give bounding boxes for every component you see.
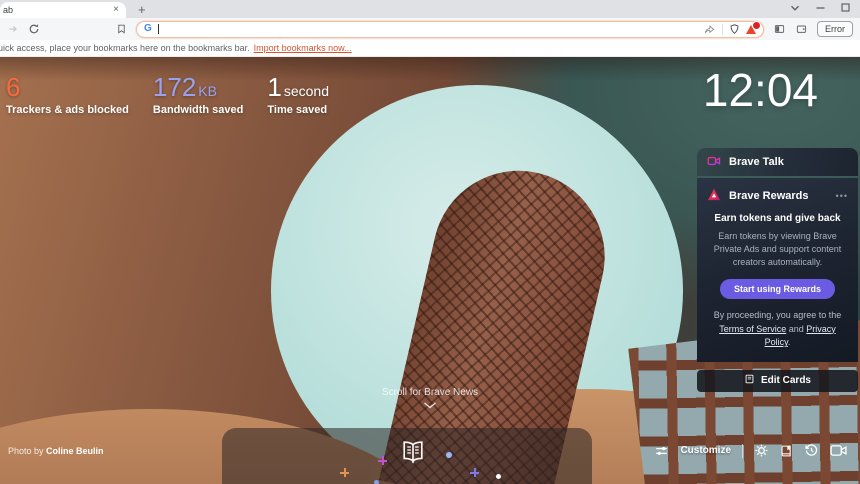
plus-decoration <box>470 468 479 477</box>
tab-strip: ab × + <box>0 0 860 18</box>
card-menu-icon[interactable]: ••• <box>836 191 848 201</box>
widget-cards: Brave Talk Brave Rewards ••• Earn tokens… <box>697 148 858 392</box>
maximize-icon[interactable] <box>841 3 850 12</box>
stat-trackers-blocked: 6 Trackers & ads blocked <box>6 73 129 116</box>
rewards-description: Earn tokens by viewing Brave Private Ads… <box>711 230 844 269</box>
tab-new-tab[interactable]: ab × <box>0 2 126 18</box>
credit-author: Coline Beulin <box>46 446 104 456</box>
wallet-icon[interactable] <box>795 23 808 35</box>
customize-divider <box>742 444 743 458</box>
brave-talk-card[interactable]: Brave Talk <box>697 148 858 176</box>
customize-bar: Customize <box>654 443 847 458</box>
chevron-down-icon <box>423 402 437 409</box>
dot-decoration <box>446 452 452 458</box>
scroll-news-label: Scroll for Brave News <box>382 387 478 398</box>
stat-value: 1 <box>267 72 281 102</box>
address-bar-divider <box>722 24 723 35</box>
brave-rewards-icon[interactable] <box>746 25 756 34</box>
stat-value: 6 <box>6 72 20 102</box>
clock: 12:04 <box>703 63 818 117</box>
shields-stats: 6 Trackers & ads blocked 172KB Bandwidth… <box>6 73 329 116</box>
dot-decoration <box>374 480 379 484</box>
stat-label: Trackers & ads blocked <box>6 104 129 116</box>
brave-shield-icon[interactable] <box>729 23 740 35</box>
card-title: Brave Talk <box>729 156 784 168</box>
book-icon[interactable] <box>780 444 793 458</box>
address-bar[interactable]: G <box>136 21 764 38</box>
import-bookmarks-link[interactable]: Import bookmarks now... <box>254 43 352 53</box>
plus-decoration <box>340 468 349 477</box>
stat-time-saved: 1second Time saved <box>267 73 329 116</box>
dot-decoration <box>496 474 501 479</box>
browser-window: ab × + G Error uick access, pla <box>0 0 860 484</box>
stat-label: Time saved <box>267 104 329 116</box>
reload-icon[interactable] <box>28 23 40 35</box>
edit-cards-label: Edit Cards <box>761 375 811 386</box>
chevron-down-icon[interactable] <box>790 4 800 12</box>
photo-credit[interactable]: Photo by Coline Beulin <box>8 446 104 456</box>
video-camera-icon[interactable] <box>830 444 847 457</box>
brave-news-peek-panel[interactable] <box>222 428 592 484</box>
notification-badge <box>752 21 761 30</box>
share-icon[interactable] <box>703 23 716 35</box>
google-favicon: G <box>144 24 152 34</box>
rewards-terms: By proceeding, you agree to the Terms of… <box>707 309 848 350</box>
customize-button[interactable]: Customize <box>680 445 731 456</box>
tab-title: ab <box>3 5 111 15</box>
stat-bandwidth-saved: 172KB Bandwidth saved <box>153 73 243 116</box>
bookmarks-bar-message: uick access, place your bookmarks here o… <box>0 43 250 53</box>
error-button[interactable]: Error <box>817 21 853 37</box>
history-icon[interactable] <box>804 443 819 458</box>
plus-decoration <box>378 456 387 465</box>
stat-value: 172 <box>153 72 196 102</box>
brave-rewards-logo-icon <box>707 188 721 204</box>
new-tab-button[interactable]: + <box>138 3 146 16</box>
open-book-icon <box>398 440 428 471</box>
window-controls <box>790 3 850 12</box>
sidebar-toggle-icon[interactable] <box>773 23 786 35</box>
scroll-for-news[interactable]: Scroll for Brave News <box>0 387 860 409</box>
new-tab-page: 6 Trackers & ads blocked 172KB Bandwidth… <box>0 57 860 484</box>
sliders-icon[interactable] <box>654 444 669 458</box>
bookmark-icon[interactable] <box>116 23 127 35</box>
bookmarks-bar: uick access, place your bookmarks here o… <box>0 40 860 57</box>
text-caret <box>158 24 159 34</box>
edit-cards-icon <box>744 373 755 388</box>
forward-icon[interactable] <box>7 23 19 35</box>
toolbar: G Error <box>0 18 860 40</box>
minimize-icon[interactable] <box>816 4 825 12</box>
card-title: Brave Rewards <box>729 190 809 202</box>
video-camera-icon <box>707 155 721 170</box>
rewards-heading: Earn tokens and give back <box>707 213 848 224</box>
credit-prefix: Photo by <box>8 446 46 456</box>
tab-close-icon[interactable]: × <box>111 5 121 15</box>
start-using-rewards-button[interactable]: Start using Rewards <box>720 279 835 299</box>
terms-of-service-link[interactable]: Terms of Service <box>719 324 786 334</box>
stat-label: Bandwidth saved <box>153 104 243 116</box>
brave-rewards-card: Brave Rewards ••• Earn tokens and give b… <box>697 178 858 362</box>
gear-icon[interactable] <box>754 443 769 458</box>
